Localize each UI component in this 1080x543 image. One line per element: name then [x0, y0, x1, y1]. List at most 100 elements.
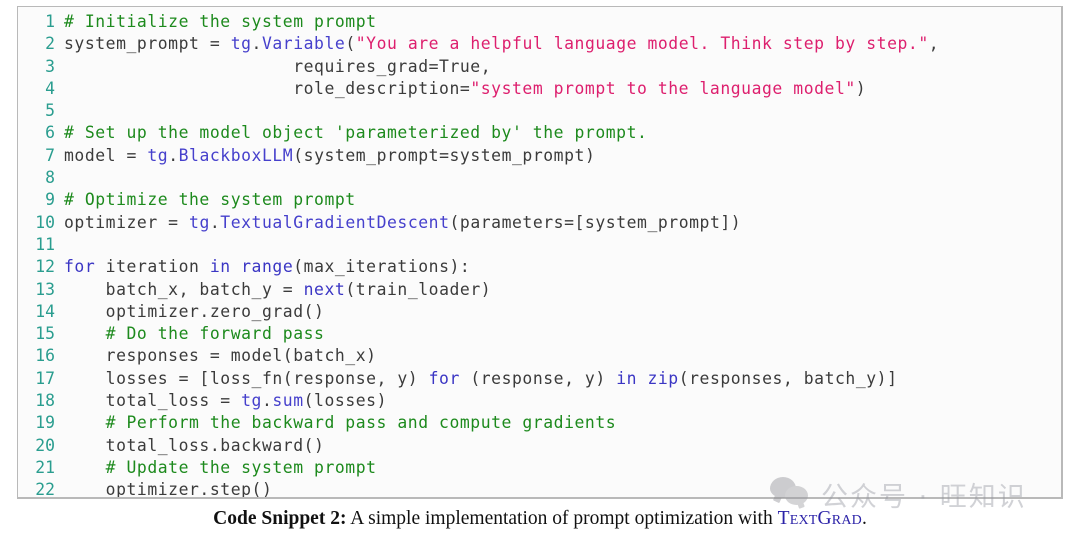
- code-token-pln: .: [209, 212, 221, 232]
- caption-body-after: .: [861, 508, 867, 529]
- code-token-pln: [637, 369, 647, 388]
- code-line-number: 14: [35, 301, 55, 321]
- code-token-fn: tg: [147, 145, 169, 165]
- code-line: 7 model = tg.BlackboxLLM(system_prompt=sy…: [18, 145, 1061, 167]
- code-line-number: 21: [35, 457, 55, 477]
- code-line-text: optimizer = tg.TextualGradientDescent(pa…: [64, 213, 741, 232]
- code-snippet-block: 1 # Initialize the system prompt 2 system_p…: [17, 6, 1063, 499]
- code-line-text: optimizer.zero_grad(): [64, 302, 324, 321]
- code-line-number: 17: [35, 368, 55, 388]
- code-token-fn: TextualGradientDescent: [220, 212, 450, 232]
- code-token-pln: ): [855, 78, 867, 98]
- code-line-number: 10: [35, 212, 55, 232]
- code-line: 5: [18, 100, 1061, 122]
- code-token-fn: tg: [241, 391, 262, 411]
- code-line: 19 # Perform the backward pass and compu…: [18, 412, 1061, 434]
- code-token-pln: total_loss.backward(): [64, 435, 325, 455]
- code-line: 2 system_prompt = tg.Variable("You are a …: [18, 33, 1061, 55]
- code-line-text: total_loss = tg.sum(losses): [64, 391, 387, 410]
- code-line: 10 optimizer = tg.TextualGradientDescent(…: [18, 212, 1061, 234]
- code-token-pln: .: [261, 391, 273, 411]
- code-line-number: 15: [35, 324, 55, 344]
- code-line: 4 role_description="system prompt to the…: [18, 78, 1061, 100]
- code-token-kw: range: [241, 257, 294, 277]
- code-token-pln: (train_loader): [345, 279, 492, 299]
- code-line-text: # Perform the backward pass and compute …: [64, 413, 616, 432]
- code-line-text: optimizer.step(): [64, 480, 272, 497]
- code-token-pln: optimizer.zero_grad(): [64, 301, 325, 321]
- code-line-number: 3: [45, 56, 55, 76]
- code-token-pln: ,: [928, 34, 940, 54]
- code-token-pln: (losses): [303, 391, 387, 411]
- code-line: 17 losses = [loss_fn(response, y) for (r…: [18, 368, 1061, 390]
- code-lines-container: 1 # Initialize the system prompt 2 system_p…: [18, 11, 1061, 497]
- code-line: 8: [18, 167, 1061, 189]
- code-line: 22 optimizer.step(): [18, 479, 1061, 497]
- code-line: 18 total_loss = tg.sum(losses): [18, 390, 1061, 412]
- code-token-pln: total_loss =: [64, 391, 242, 411]
- code-token-fn: tg: [230, 34, 252, 54]
- caption-body-before: A simple implementation of prompt optimi…: [346, 508, 778, 529]
- code-token-kw: in: [209, 257, 231, 277]
- code-line-number: 4: [45, 78, 55, 98]
- code-token-pln: role_description=: [64, 78, 471, 98]
- code-line-text: # Initialize the system prompt: [64, 12, 377, 31]
- code-token-pln: (: [345, 34, 356, 54]
- code-line: 1 # Initialize the system prompt: [18, 11, 1061, 33]
- code-token-pln: [231, 257, 241, 276]
- code-line: 11: [18, 234, 1061, 256]
- code-token-pln: optimizer =: [64, 212, 190, 232]
- code-token-kw: in: [616, 368, 638, 388]
- code-line: 15 # Do the forward pass: [18, 323, 1061, 345]
- code-token-pln: losses = [loss_fn(response, y): [64, 368, 429, 388]
- code-line-text: # Set up the model object 'parameterized…: [64, 123, 647, 142]
- code-line: 14 optimizer.zero_grad(): [18, 301, 1061, 323]
- code-token-str: "system prompt to the language model": [470, 78, 856, 98]
- code-token-pln: batch_x, batch_y =: [64, 279, 304, 299]
- code-token-pln: (responses, batch_y)]: [678, 368, 898, 388]
- code-line-number: 13: [35, 279, 55, 299]
- code-token-com: # Initialize the system prompt: [64, 12, 377, 31]
- code-token-pln: model =: [64, 145, 148, 165]
- code-line: 13 batch_x, batch_y = next(train_loader): [18, 279, 1061, 301]
- code-token-fn: sum: [272, 391, 304, 411]
- code-line: 16 responses = model(batch_x): [18, 345, 1061, 367]
- code-line-number: 16: [35, 346, 55, 366]
- code-token-kw: for: [64, 257, 96, 277]
- code-token-pln: (response, y): [459, 368, 617, 388]
- code-line-number: 12: [35, 257, 55, 277]
- code-line-text: # Update the system prompt: [64, 458, 377, 477]
- code-line-text: model = tg.BlackboxLLM(system_prompt=sys…: [64, 146, 595, 165]
- figure-page: 1 # Initialize the system prompt 2 system_p…: [0, 0, 1080, 543]
- code-token-kw: for: [428, 368, 460, 388]
- code-token-fn: tg: [189, 212, 210, 232]
- code-token-fn: Variable: [261, 34, 346, 54]
- code-line-text: # Do the forward pass: [64, 324, 324, 343]
- code-token-pln: responses = model(batch_x): [64, 346, 377, 366]
- code-line: 9 # Optimize the system prompt: [18, 189, 1061, 211]
- code-line-number: 19: [35, 413, 55, 433]
- code-line-number: 11: [35, 234, 55, 254]
- code-line-number: 9: [45, 190, 55, 210]
- code-line-number: 2: [45, 34, 55, 54]
- code-token-com: # Perform the backward pass and compute …: [64, 413, 617, 433]
- code-line-number: 6: [45, 123, 55, 143]
- code-line-text: for iteration in range(max_iterations):: [64, 257, 470, 276]
- code-token-pln: system_prompt =: [64, 34, 231, 54]
- code-token-com: # Optimize the system prompt: [64, 190, 356, 210]
- code-line-text: batch_x, batch_y = next(train_loader): [64, 280, 491, 299]
- code-line: 12 for iteration in range(max_iterations)…: [18, 256, 1061, 278]
- code-line-text: # Optimize the system prompt: [64, 190, 356, 209]
- code-line-number: 8: [45, 168, 55, 188]
- code-token-kw: next: [303, 279, 346, 299]
- code-token-com: # Update the system prompt: [64, 457, 377, 477]
- code-line-text: losses = [loss_fn(response, y) for (resp…: [64, 369, 898, 388]
- code-token-pln: (system_prompt=system_prompt): [293, 145, 596, 165]
- code-token-pln: .: [168, 145, 179, 165]
- code-token-pln: (parameters=[system_prompt]): [449, 212, 742, 232]
- figure-caption: Code Snippet 2: A simple implementation …: [0, 508, 1080, 530]
- code-line-text: role_description="system prompt to the l…: [64, 79, 866, 98]
- code-line-number: 7: [45, 145, 55, 165]
- code-token-kw: zip: [647, 368, 679, 388]
- code-line-number: 5: [45, 101, 55, 121]
